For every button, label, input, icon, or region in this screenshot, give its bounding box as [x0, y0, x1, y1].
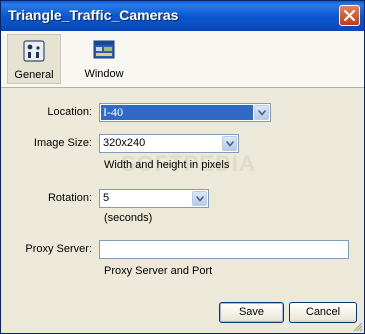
proxy-server-input[interactable]	[99, 240, 349, 259]
window-title: Triangle_Traffic_Cameras	[8, 7, 179, 23]
image-size-dropdown-button[interactable]	[222, 136, 237, 151]
tab-window-label: Window	[84, 68, 124, 80]
resize-grip-icon[interactable]	[352, 321, 363, 332]
rotation-dropdown-button[interactable]	[192, 191, 207, 206]
save-button[interactable]: Save	[219, 302, 284, 323]
rotation-hint: (seconds)	[104, 212, 153, 224]
image-size-value: 320x240	[103, 137, 146, 149]
location-value: I-40	[101, 105, 253, 120]
image-size-label: Image Size:	[33, 137, 92, 149]
tab-general[interactable]: General	[7, 34, 61, 84]
close-icon	[343, 9, 356, 22]
close-button[interactable]	[339, 5, 360, 26]
toolbar: General Window	[1, 31, 364, 88]
image-size-hint: Width and height in pixels	[104, 159, 230, 171]
cancel-button[interactable]: Cancel	[289, 302, 357, 323]
image-size-select[interactable]: 320x240	[99, 134, 239, 153]
settings-panel-icon	[23, 40, 45, 62]
chevron-down-icon	[196, 196, 204, 202]
location-dropdown-button[interactable]	[254, 105, 269, 120]
proxy-server-label: Proxy Server:	[25, 243, 92, 255]
window-icon	[93, 40, 115, 59]
rotation-select[interactable]: 5	[99, 189, 209, 208]
rotation-label: Rotation:	[47, 192, 92, 204]
dialog-window: Triangle_Traffic_Cameras General Window …	[0, 0, 365, 334]
tab-window[interactable]: Window	[77, 34, 131, 84]
location-select[interactable]: I-40	[99, 103, 271, 122]
tab-general-label: General	[14, 69, 54, 81]
chevron-down-icon	[226, 141, 234, 147]
location-label: Location:	[47, 106, 92, 118]
chevron-down-icon	[258, 110, 266, 116]
rotation-value: 5	[103, 192, 110, 204]
proxy-server-hint: Proxy Server and Port	[104, 265, 213, 277]
title-bar[interactable]: Triangle_Traffic_Cameras	[1, 1, 364, 31]
